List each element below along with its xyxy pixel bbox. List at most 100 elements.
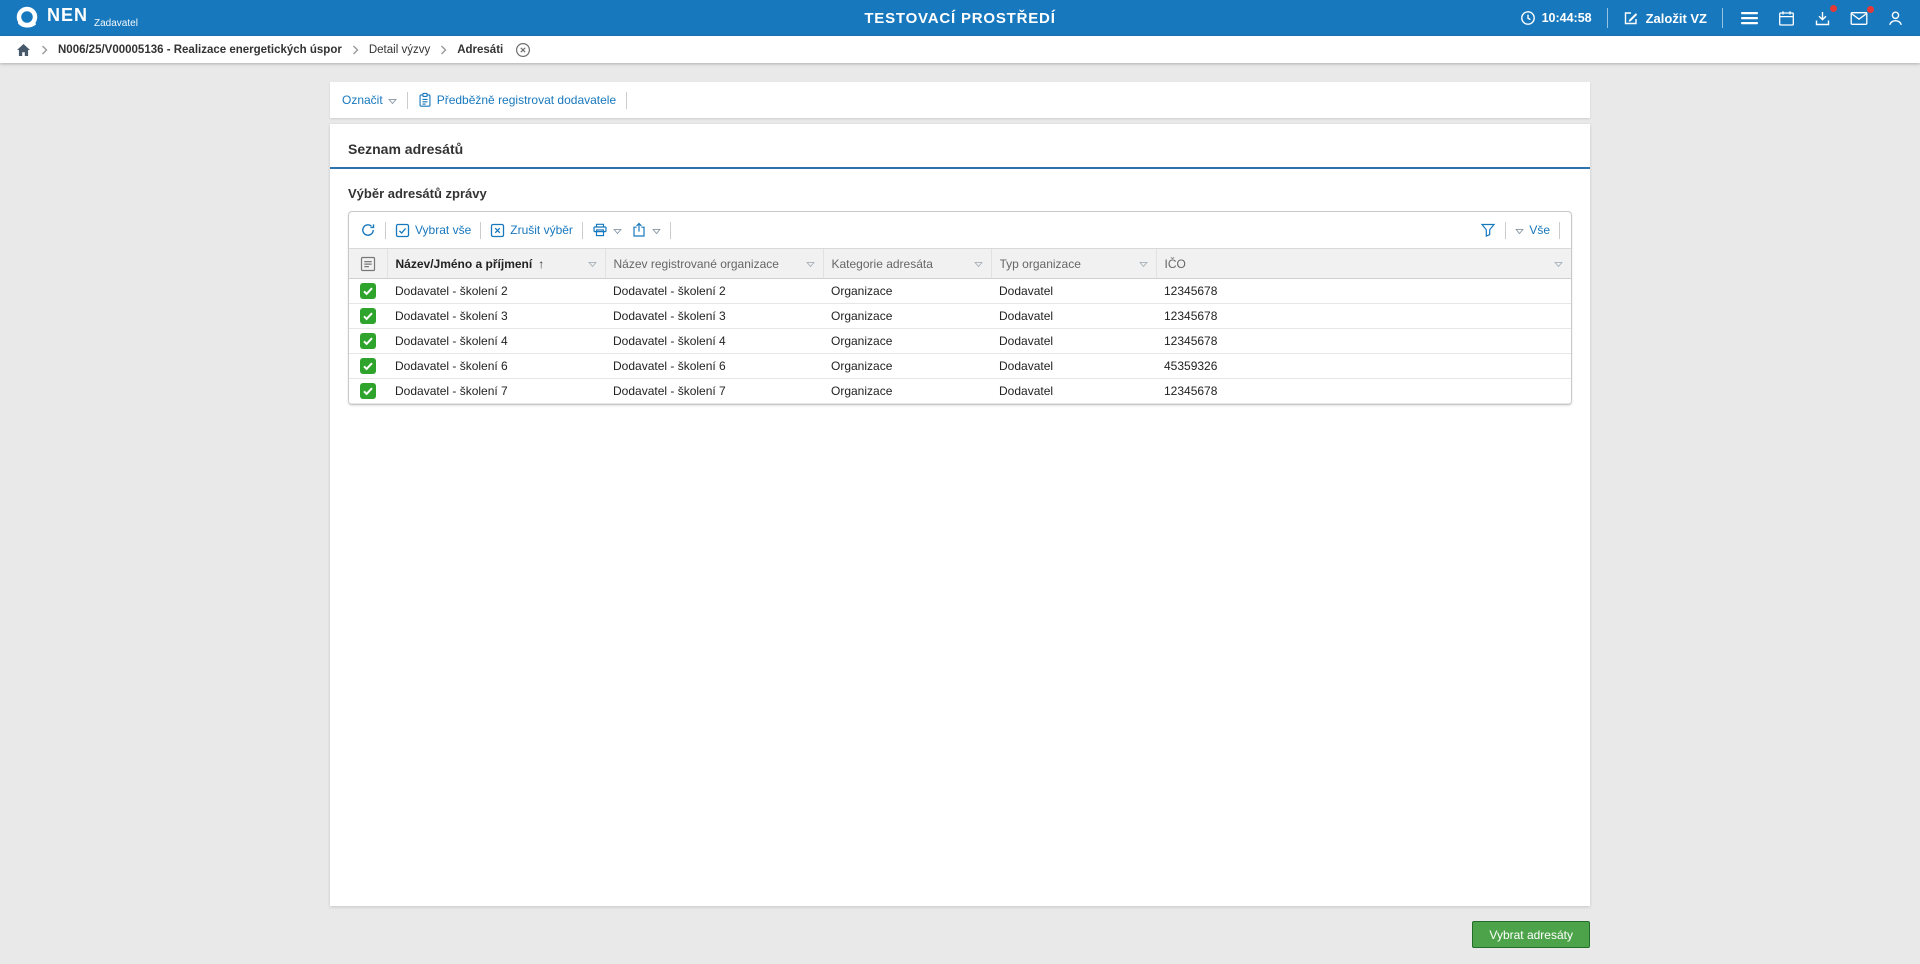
messages-button[interactable] xyxy=(1848,9,1870,28)
app-logo[interactable]: NEN Zadavatel xyxy=(14,5,138,31)
column-label: IČO xyxy=(1165,257,1186,271)
edit-icon xyxy=(1623,10,1639,26)
cell-name: Dodavatel - školení 7 xyxy=(387,379,605,404)
footer-actions: Vybrat adresáty xyxy=(330,921,1590,948)
row-checkbox-checked[interactable] xyxy=(360,333,376,349)
select-addressees-button[interactable]: Vybrat adresáty xyxy=(1472,921,1590,948)
chevron-right-icon xyxy=(352,45,359,55)
cell-name: Dodavatel - školení 4 xyxy=(387,329,605,354)
filter-scope-label: Vše xyxy=(1529,223,1550,237)
subsection-title: Výběr adresátů zprávy xyxy=(330,169,1590,211)
breadcrumb-item-detail[interactable]: Detail výzvy xyxy=(369,44,430,56)
column-header-registered-org[interactable]: Název registrované organizace xyxy=(605,249,823,279)
divider xyxy=(1722,8,1723,28)
divider xyxy=(1559,222,1560,239)
refresh-button[interactable] xyxy=(360,222,376,238)
column-filter-icon[interactable] xyxy=(1139,261,1148,268)
print-button[interactable] xyxy=(592,222,622,238)
divider xyxy=(626,92,627,109)
funnel-icon xyxy=(1480,222,1496,238)
chevron-right-icon xyxy=(41,45,48,55)
cell-category: Organizace xyxy=(823,279,991,304)
filter-scope-dropdown[interactable]: Vše xyxy=(1515,223,1550,237)
column-label: Typ organizace xyxy=(1000,257,1081,271)
row-checkbox-checked[interactable] xyxy=(360,383,376,399)
row-checkbox-checked[interactable] xyxy=(360,308,376,324)
checkbox-checked-icon xyxy=(395,223,410,238)
breadcrumb-item-contract[interactable]: N006/25/V00005136 - Realizace energetick… xyxy=(58,44,342,56)
column-header-selection[interactable] xyxy=(349,249,387,279)
check-icon xyxy=(362,360,374,372)
brand-name: NEN xyxy=(47,5,88,25)
export-button[interactable] xyxy=(631,222,661,238)
preregister-label: Předběžně registrovat dodavatele xyxy=(437,93,616,107)
column-header-name[interactable]: Název/Jméno a příjmení ↑ xyxy=(387,249,605,279)
main-content: Označit Předběžně registrovat dodavatele… xyxy=(0,63,1920,948)
chevron-right-icon xyxy=(440,45,447,55)
breadcrumb: N006/25/V00005136 - Realizace energetick… xyxy=(0,36,1920,63)
chevron-down-icon xyxy=(1515,228,1524,235)
check-icon xyxy=(362,335,374,347)
create-vz-button[interactable]: Založit VZ xyxy=(1623,10,1707,26)
cell-ico: 12345678 xyxy=(1156,379,1571,404)
cell-registered-org: Dodavatel - školení 4 xyxy=(605,329,823,354)
divider xyxy=(1607,8,1608,28)
menu-button[interactable] xyxy=(1738,8,1761,28)
home-icon[interactable] xyxy=(16,43,31,57)
top-bar: NEN Zadavatel TESTOVACÍ PROSTŘEDÍ 10:44:… xyxy=(0,0,1920,36)
chevron-down-icon xyxy=(652,228,661,235)
sort-asc-icon: ↑ xyxy=(538,257,544,271)
notification-badge xyxy=(1867,6,1874,13)
column-filter-icon[interactable] xyxy=(806,261,815,268)
select-all-label: Vybrat vše xyxy=(415,223,471,237)
mark-label: Označit xyxy=(342,93,383,107)
cell-ico: 12345678 xyxy=(1156,279,1571,304)
check-icon xyxy=(362,310,374,322)
column-header-org-type[interactable]: Typ organizace xyxy=(991,249,1156,279)
row-checkbox-checked[interactable] xyxy=(360,358,376,374)
clear-selection-label: Zrušit výběr xyxy=(510,223,573,237)
time-text: 10:44:58 xyxy=(1542,11,1592,25)
clear-selection-button[interactable]: Zrušit výběr xyxy=(490,223,573,238)
table-row[interactable]: Dodavatel - školení 6 Dodavatel - školen… xyxy=(349,354,1571,379)
server-time: 10:44:58 xyxy=(1520,10,1592,26)
table-row[interactable]: Dodavatel - školení 2 Dodavatel - školen… xyxy=(349,279,1571,304)
addressees-grid: Vybrat vše Zrušit výběr xyxy=(348,211,1572,405)
divider xyxy=(582,222,583,239)
cell-registered-org: Dodavatel - školení 3 xyxy=(605,304,823,329)
column-filter-icon[interactable] xyxy=(1554,261,1563,268)
user-button[interactable] xyxy=(1885,8,1906,29)
hamburger-icon xyxy=(1740,10,1759,26)
column-header-ico[interactable]: IČO xyxy=(1156,249,1571,279)
column-label: Název/Jméno a příjmení xyxy=(396,257,533,271)
select-all-button[interactable]: Vybrat vše xyxy=(395,223,471,238)
divider xyxy=(670,222,671,239)
cell-ico: 12345678 xyxy=(1156,329,1571,354)
addressees-panel: Seznam adresátů Výběr adresátů zprávy xyxy=(330,124,1590,906)
column-filter-icon[interactable] xyxy=(588,261,597,268)
cell-org-type: Dodavatel xyxy=(991,279,1156,304)
table-row[interactable]: Dodavatel - školení 4 Dodavatel - školen… xyxy=(349,329,1571,354)
calendar-button[interactable] xyxy=(1776,8,1797,29)
divider xyxy=(480,222,481,239)
preregister-supplier-button[interactable]: Předběžně registrovat dodavatele xyxy=(418,92,616,108)
row-checkbox-checked[interactable] xyxy=(360,283,376,299)
cell-registered-org: Dodavatel - školení 6 xyxy=(605,354,823,379)
close-icon[interactable] xyxy=(515,42,531,58)
mail-icon xyxy=(1850,11,1868,26)
divider xyxy=(385,222,386,239)
nen-logo-icon xyxy=(14,5,40,31)
user-icon xyxy=(1887,10,1904,27)
table-row[interactable]: Dodavatel - školení 3 Dodavatel - školen… xyxy=(349,304,1571,329)
cell-category: Organizace xyxy=(823,329,991,354)
column-filter-icon[interactable] xyxy=(974,261,983,268)
select-rows-icon xyxy=(360,256,376,272)
table-body: Dodavatel - školení 2 Dodavatel - školen… xyxy=(349,279,1571,404)
table-row[interactable]: Dodavatel - školení 7 Dodavatel - školen… xyxy=(349,379,1571,404)
mark-menu-button[interactable]: Označit xyxy=(342,93,397,107)
downloads-button[interactable] xyxy=(1812,8,1833,29)
check-icon xyxy=(362,385,374,397)
column-header-category[interactable]: Kategorie adresáta xyxy=(823,249,991,279)
cell-name: Dodavatel - školení 2 xyxy=(387,279,605,304)
filter-button[interactable] xyxy=(1480,222,1496,238)
